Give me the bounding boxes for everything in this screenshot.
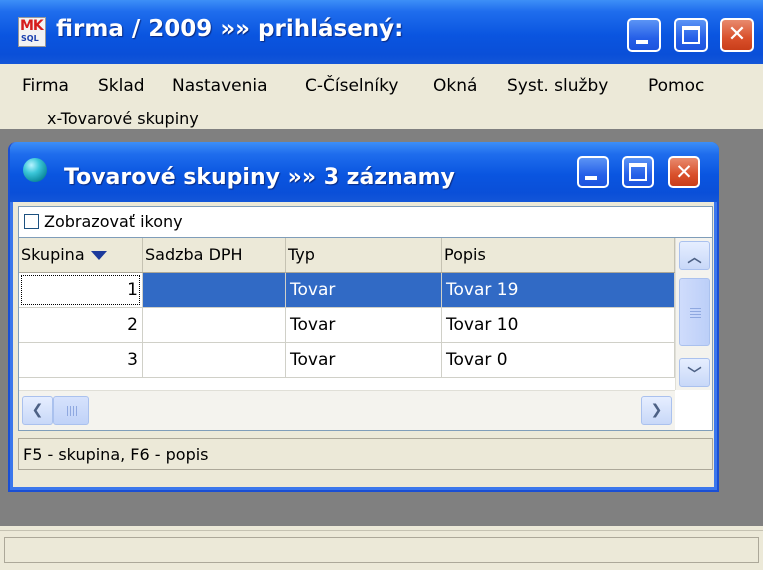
child-window: Tovarové skupiny »» 3 záznamy ✕ Zobrazov… [8, 142, 719, 492]
cell-popis[interactable]: Tovar 19 [442, 273, 675, 308]
menu-tovarove-skupiny[interactable]: x-Tovarové skupiny [47, 109, 199, 128]
cell-typ[interactable]: Tovar [286, 308, 442, 343]
menu-syst-sluzby[interactable]: Syst. služby [507, 76, 608, 96]
table-row[interactable]: 3 Tovar Tovar 0 [19, 343, 675, 378]
vertical-scrollbar[interactable]: ︿ ﹀ [675, 238, 712, 390]
menu-pomoc[interactable]: Pomoc [648, 76, 704, 96]
menu-okna[interactable]: Okná [433, 76, 477, 96]
data-grid[interactable]: Skupina Sadzba DPH Typ Popis 1 Tovar Tov… [18, 237, 713, 431]
app-logo-icon[interactable]: MK SQL [18, 17, 46, 47]
child-status-bar: F5 - skupina, F6 - popis [18, 438, 713, 470]
cell-skupina[interactable]: 1 [19, 273, 143, 308]
column-header-skupina[interactable]: Skupina [19, 238, 143, 272]
grip-line [73, 406, 74, 416]
cell-sadzba-dph[interactable] [143, 308, 286, 343]
table-row[interactable]: 2 Tovar Tovar 10 [19, 308, 675, 343]
child-titlebar[interactable]: Tovarové skupiny »» 3 záznamy ✕ [10, 142, 719, 202]
minimize-button[interactable] [627, 18, 661, 52]
main-titlebar[interactable]: MK SQL firma / 2009 »» prihlásený: ✕ [0, 0, 763, 64]
scroll-right-button[interactable]: ❯ [641, 396, 672, 425]
child-maximize-button[interactable] [622, 156, 654, 188]
grip-line [690, 317, 701, 318]
cell-skupina[interactable]: 2 [19, 308, 143, 343]
close-icon: ✕ [675, 160, 693, 184]
grip-line [70, 406, 71, 416]
logo-sql-text: SQL [21, 34, 39, 43]
column-header-sadzba-dph[interactable]: Sadzba DPH [143, 238, 286, 272]
menu-ciselniky[interactable]: C-Číselníky [305, 76, 398, 96]
menu-firma[interactable]: Firma [22, 76, 69, 96]
focus-rectangle [21, 275, 140, 305]
chevron-up-icon: ︿ [687, 250, 702, 266]
close-icon: ✕ [727, 22, 747, 47]
vertical-scroll-thumb[interactable] [679, 278, 710, 346]
horizontal-scrollbar[interactable]: ❮ ❯ [19, 390, 675, 430]
maximize-button[interactable] [674, 18, 708, 52]
cell-popis[interactable]: Tovar 0 [442, 343, 675, 378]
child-close-button[interactable]: ✕ [668, 156, 700, 188]
column-header-typ[interactable]: Typ [286, 238, 442, 272]
horizontal-scroll-thumb[interactable] [53, 396, 89, 425]
status-hint-text: F5 - skupina, F6 - popis [23, 445, 209, 464]
child-minimize-button[interactable] [577, 156, 609, 188]
cell-popis[interactable]: Tovar 10 [442, 308, 675, 343]
grip-line [67, 406, 68, 416]
scroll-down-button[interactable]: ﹀ [679, 358, 710, 387]
cell-sadzba-dph[interactable] [143, 343, 286, 378]
main-status-bar [0, 530, 763, 570]
chevron-right-icon: ❯ [650, 402, 663, 418]
column-header-popis[interactable]: Popis [442, 238, 675, 272]
logo-mk-text: MK [20, 18, 44, 34]
maximize-icon [682, 26, 700, 44]
window-title: firma / 2009 »» prihlásený: [56, 16, 404, 42]
options-row: Zobrazovať ikony [18, 206, 713, 238]
cell-typ[interactable]: Tovar [286, 273, 442, 308]
cell-skupina[interactable]: 3 [19, 343, 143, 378]
cell-typ[interactable]: Tovar [286, 343, 442, 378]
grip-line [690, 311, 701, 312]
scroll-up-button[interactable]: ︿ [679, 241, 710, 270]
column-header-label: Skupina [21, 245, 85, 264]
table-row[interactable]: 1 Tovar Tovar 19 [19, 273, 675, 308]
sort-descending-icon [90, 251, 107, 260]
minimize-icon [636, 40, 648, 44]
close-button[interactable]: ✕ [720, 18, 754, 52]
status-panel [4, 537, 759, 563]
globe-icon [23, 158, 47, 182]
child-window-title: Tovarové skupiny »» 3 záznamy [64, 165, 455, 190]
show-icons-checkbox[interactable] [24, 214, 39, 229]
chevron-down-icon: ﹀ [687, 367, 702, 383]
maximize-icon [629, 163, 647, 181]
cell-sadzba-dph[interactable] [143, 273, 286, 308]
grip-line [76, 406, 77, 416]
menu-nastavenia[interactable]: Nastavenia [172, 76, 268, 96]
minimize-icon [585, 176, 597, 180]
grip-line [690, 308, 701, 309]
grip-line [690, 314, 701, 315]
grid-header: Skupina Sadzba DPH Typ Popis [19, 238, 675, 273]
main-window: MK SQL firma / 2009 »» prihlásený: ✕ Fir… [0, 0, 763, 570]
scroll-left-button[interactable]: ❮ [22, 396, 53, 425]
menu-sklad[interactable]: Sklad [98, 76, 145, 96]
chevron-left-icon: ❮ [31, 402, 44, 418]
show-icons-label[interactable]: Zobrazovať ikony [44, 212, 183, 231]
